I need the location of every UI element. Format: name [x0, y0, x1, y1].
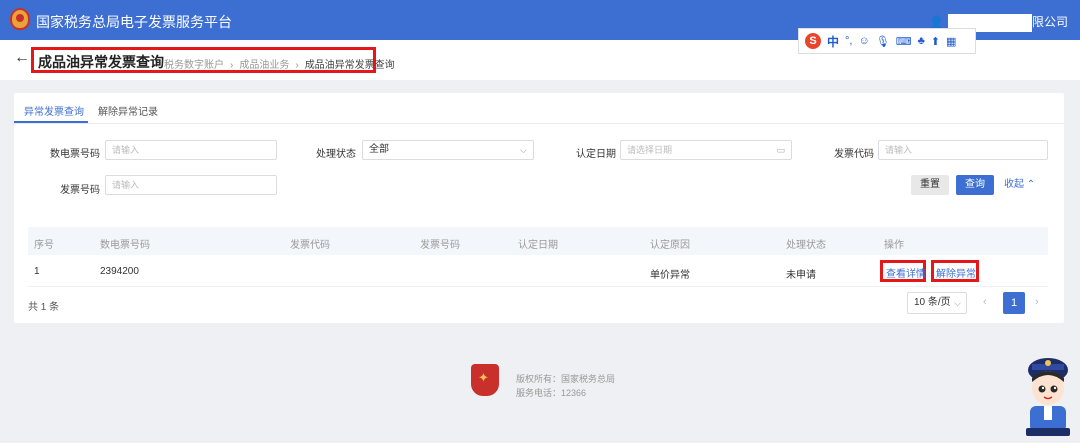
prev-page-icon[interactable]: ‹ [983, 296, 987, 308]
total-count: 共 1 条 [28, 302, 60, 313]
column-header: 认定原因 [650, 240, 690, 251]
column-header: 发票代码 [290, 240, 330, 251]
breadcrumb: 税务数字账户 › 成品油业务 › 成品油异常发票查询 [164, 56, 395, 71]
back-arrow-icon[interactable]: ← [14, 49, 30, 67]
digital-invoice-no-label: 数电票号码 [50, 149, 100, 160]
page-title: 成品油异常发票查询 [38, 54, 164, 70]
status-select-value: 全部 [369, 144, 389, 155]
collapse-label: 收起 [1004, 179, 1024, 190]
keyboard-icon[interactable]: ⌨ [896, 35, 912, 48]
column-header: 序号 [34, 240, 54, 251]
page-size-value: 10 条/页 [914, 297, 951, 308]
ime-toolbar: S 中 °, ☺ 🎙 ⌨ ♣ ⬆ ▦ [798, 28, 976, 54]
upload-icon[interactable]: ⬆ [931, 35, 940, 48]
page-size-select[interactable]: 10 条/页 ⌵ [907, 292, 967, 314]
user-icon: 👤 [929, 15, 944, 29]
cell-reason: 单价异常 [650, 270, 690, 281]
chevron-right-icon: › [230, 60, 234, 71]
confirm-date-label: 认定日期 [576, 149, 616, 160]
tax-emblem-footer-logo [471, 364, 499, 396]
company-name-suffix: 限公司 [1031, 15, 1068, 29]
column-header: 发票号码 [420, 240, 460, 251]
cell-status: 未申请 [786, 270, 816, 281]
breadcrumb-item[interactable]: 税务数字账户 [164, 60, 224, 71]
main-card: 异常发票查询 解除异常记录 数电票号码 请输入 处理状态 全部 ⌵ 认定日期 请… [14, 93, 1064, 323]
chevron-right-icon: › [295, 60, 299, 71]
reset-button[interactable]: 重置 [911, 175, 949, 195]
invoice-no-input[interactable]: 请输入 [105, 175, 277, 195]
page-number-current[interactable]: 1 [1003, 292, 1025, 314]
active-tab-indicator [14, 121, 88, 123]
next-page-icon[interactable]: › [1035, 296, 1039, 308]
confirm-date-placeholder: 请选择日期 [627, 145, 673, 155]
tab-abnormal-invoice-query[interactable]: 异常发票查询 [24, 103, 84, 118]
breadcrumb-item[interactable]: 成品油业务 [239, 60, 289, 71]
column-header: 数电票号码 [100, 240, 150, 251]
view-details-link[interactable]: 查看详情 [886, 265, 926, 280]
redacted-invoice-digits [176, 258, 226, 284]
tab-bar: 异常发票查询 解除异常记录 [14, 93, 1064, 124]
breadcrumb-current: 成品油异常发票查询 [304, 60, 395, 71]
cell-digital-invoice-no: 2394200 [100, 266, 139, 277]
column-header: 认定日期 [518, 240, 558, 251]
grid-icon[interactable]: ▦ [946, 35, 956, 48]
digital-invoice-no-input[interactable]: 请输入 [105, 140, 277, 160]
collapse-button[interactable]: 收起 ⌃ [1004, 175, 1054, 195]
tab-remove-abnormal-records[interactable]: 解除异常记录 [98, 103, 158, 118]
calendar-icon: ▭ [776, 145, 785, 155]
confirm-date-picker[interactable]: 请选择日期 ▭ [620, 140, 792, 160]
chevron-up-icon: ⌃ [1026, 179, 1036, 190]
skin-icon[interactable]: ♣ [918, 35, 925, 47]
cell-index: 1 [34, 266, 40, 277]
punctuation-icon[interactable]: °, [845, 35, 852, 47]
sogou-logo-icon[interactable]: S [805, 33, 821, 49]
footer-copyright: 版权所有：国家税务总局 [516, 374, 616, 384]
remove-abnormal-link[interactable]: 解除异常 [936, 265, 976, 280]
footer-phone: 服务电话：12366 [516, 388, 587, 398]
invoice-no-label: 发票号码 [60, 185, 100, 196]
table-row: 1 2394200 单价异常 未申请 查看详情 解除异常 [28, 256, 1048, 287]
mic-icon[interactable]: 🎙 [876, 35, 890, 48]
query-button[interactable]: 查询 [956, 175, 994, 195]
tax-emblem-logo [10, 8, 30, 30]
column-header: 操作 [884, 240, 904, 251]
column-header: 处理状态 [786, 240, 826, 251]
emoji-icon[interactable]: ☺ [858, 35, 869, 47]
chevron-down-icon: ⌵ [520, 145, 527, 155]
table-header: 序号 数电票号码 发票代码 发票号码 认定日期 认定原因 处理状态 操作 [28, 227, 1048, 255]
ime-lang-toggle[interactable]: 中 [827, 33, 839, 50]
assistant-mascot-icon[interactable] [1020, 350, 1076, 438]
status-select[interactable]: 全部 ⌵ [362, 140, 534, 160]
chevron-down-icon: ⌵ [954, 298, 961, 308]
invoice-code-input[interactable]: 请输入 [878, 140, 1048, 160]
status-label: 处理状态 [316, 149, 356, 160]
platform-title: 国家税务总局电子发票服务平台 [36, 14, 232, 30]
invoice-code-label: 发票代码 [834, 149, 874, 160]
